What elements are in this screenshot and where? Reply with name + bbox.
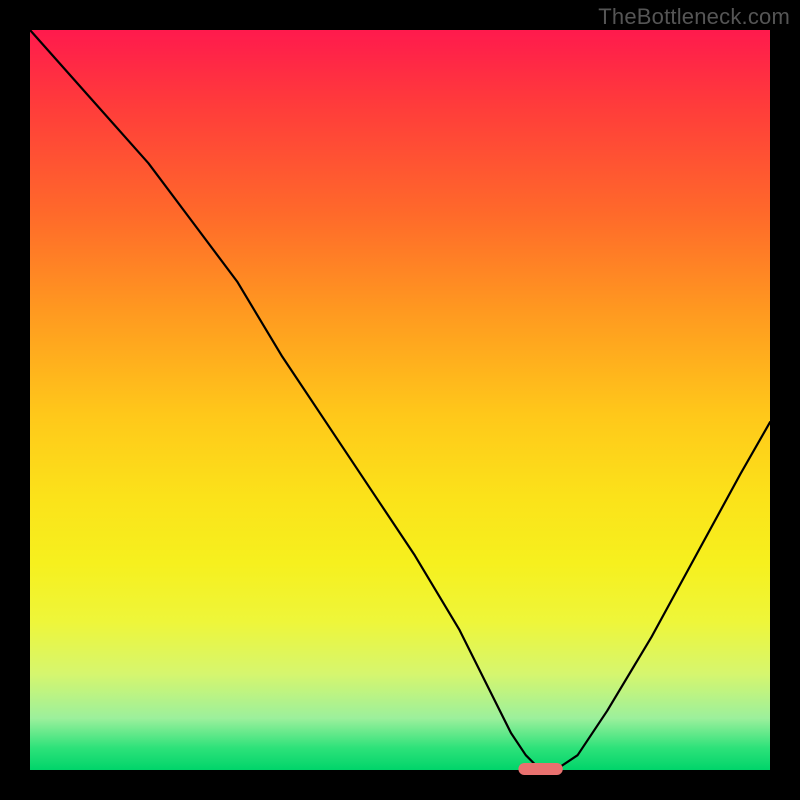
plot-svg xyxy=(30,30,770,770)
chart-frame: TheBottleneck.com xyxy=(0,0,800,800)
watermark-text: TheBottleneck.com xyxy=(598,4,790,30)
optimal-marker xyxy=(518,763,562,775)
plot-area xyxy=(30,30,770,770)
bottleneck-curve xyxy=(30,30,770,770)
